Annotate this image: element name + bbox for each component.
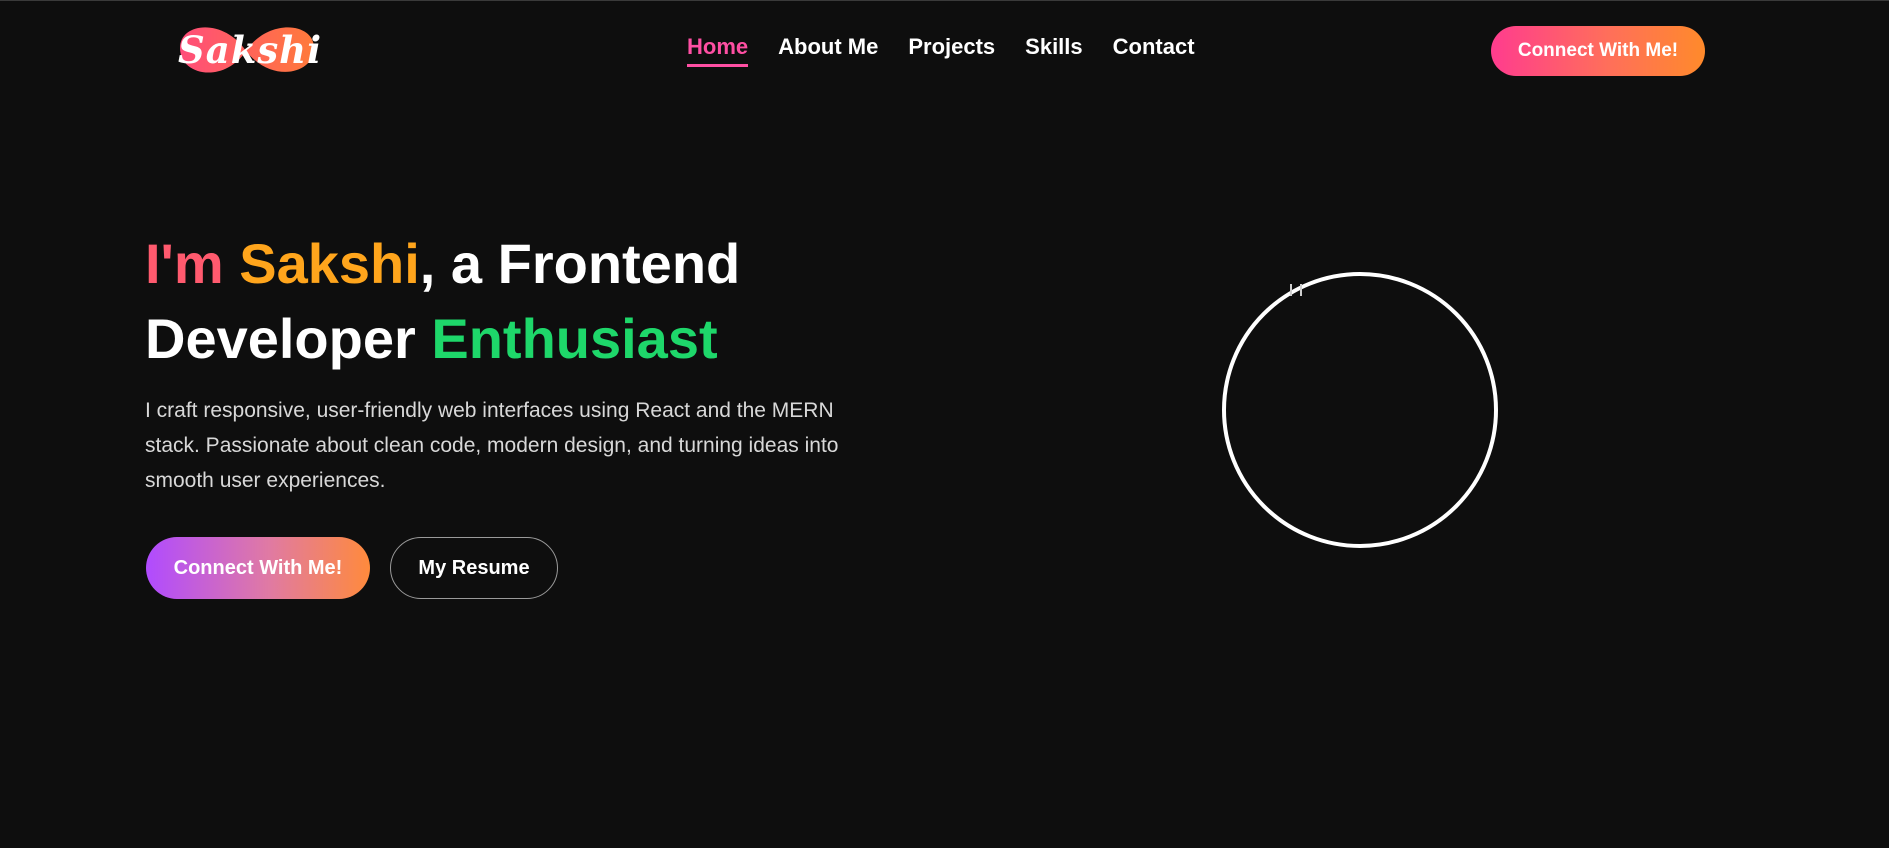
broken-image-icon <box>1290 284 1302 296</box>
nav-item-contact[interactable]: Contact <box>1113 34 1195 67</box>
hero-title-developer: Developer <box>145 307 416 370</box>
navbar: Sakshi Home About Me Projects Skills Con… <box>0 0 1889 100</box>
nav-connect-button[interactable]: Connect With Me! <box>1491 26 1705 76</box>
hero-title-name: Sakshi <box>239 232 420 295</box>
site-logo[interactable]: Sakshi <box>176 18 323 84</box>
connect-button[interactable]: Connect With Me! <box>146 537 370 599</box>
nav-item-home[interactable]: Home <box>687 34 749 67</box>
profile-image-frame <box>1222 272 1498 548</box>
hero-description: I craft responsive, user-friendly web in… <box>145 399 839 492</box>
nav-item-skills[interactable]: Skills <box>1025 34 1082 67</box>
resume-button[interactable]: My Resume <box>390 537 558 599</box>
logo-text: Sakshi <box>178 28 323 72</box>
nav-menu: Home About Me Projects Skills Contact <box>687 34 1225 67</box>
hero-title-frontend: , a Frontend <box>419 232 741 295</box>
hero-title-im: I'm <box>145 232 224 295</box>
hero-title-enthusiast: Enthusiast <box>431 307 718 370</box>
hero-title: I'm Sakshi, a Frontend Developer Enthusi… <box>145 226 905 376</box>
nav-item-projects[interactable]: Projects <box>908 34 995 67</box>
nav-item-about[interactable]: About Me <box>778 34 878 67</box>
